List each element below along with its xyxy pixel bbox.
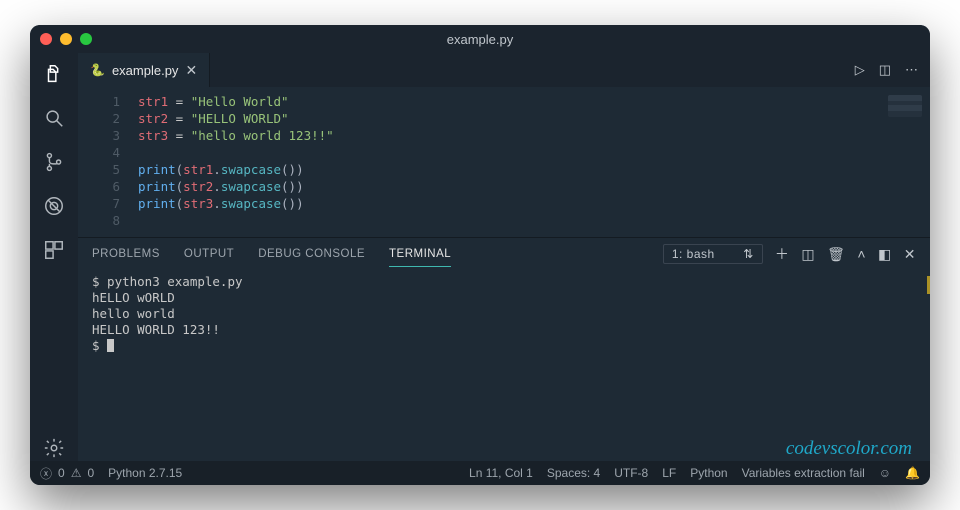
kill-terminal-icon[interactable]: 🗑 — [827, 246, 845, 263]
warning-icon: ⚠ — [71, 466, 82, 480]
source-control-icon[interactable] — [41, 149, 67, 175]
search-icon[interactable] — [41, 105, 67, 131]
split-terminal-icon[interactable]: ◫ — [801, 246, 815, 263]
feedback-smiley-icon[interactable]: ☺ — [879, 466, 891, 480]
activity-bar — [30, 53, 78, 461]
python-file-icon: 🐍 — [90, 63, 105, 77]
bottom-panel: PROBLEMS OUTPUT DEBUG CONSOLE TERMINAL 1… — [78, 237, 930, 461]
tab-bar: 🐍 example.py ✕ ▷ ◫ ⋯ — [78, 53, 930, 87]
settings-gear-icon[interactable] — [41, 435, 67, 461]
terminal-selector[interactable]: 1: bash ⇅ — [663, 244, 763, 264]
status-message[interactable]: Variables extraction fail — [742, 466, 865, 480]
line-gutter: 1 2 3 4 5 6 7 8 — [78, 87, 134, 237]
panel-tab-bar: PROBLEMS OUTPUT DEBUG CONSOLE TERMINAL 1… — [78, 238, 930, 270]
titlebar: example.py — [30, 25, 930, 53]
terminal-scrollbar[interactable] — [927, 270, 930, 461]
status-eol[interactable]: LF — [662, 466, 676, 480]
notifications-bell-icon[interactable]: 🔔 — [905, 466, 920, 480]
close-panel-icon[interactable]: ✕ — [904, 246, 916, 263]
tab-debug-console[interactable]: DEBUG CONSOLE — [258, 242, 365, 266]
status-problems[interactable]: ⓧ0 ⚠0 — [40, 465, 94, 482]
chevron-updown-icon: ⇅ — [743, 247, 754, 261]
tab-label: example.py — [112, 63, 178, 78]
minimap[interactable] — [888, 95, 922, 117]
terminal-content[interactable]: $ python3 example.py hELLO wORLD hello w… — [78, 270, 930, 461]
editor[interactable]: 1 2 3 4 5 6 7 8 str1 = "Hello World" str… — [78, 87, 930, 237]
window-title: example.py — [30, 32, 930, 47]
status-language[interactable]: Python — [690, 466, 727, 480]
tab-output[interactable]: OUTPUT — [184, 242, 234, 266]
editor-actions: ▷ ◫ ⋯ — [855, 53, 930, 87]
toggle-panel-icon[interactable]: ◧ — [878, 246, 892, 263]
run-icon[interactable]: ▷ — [855, 62, 865, 78]
debug-icon[interactable] — [41, 193, 67, 219]
status-bar: ⓧ0 ⚠0 Python 2.7.15 Ln 11, Col 1 Spaces:… — [30, 461, 930, 485]
code-content[interactable]: str1 = "Hello World" str2 = "HELLO WORLD… — [134, 87, 334, 237]
tab-example-py[interactable]: 🐍 example.py ✕ — [78, 53, 210, 87]
explorer-icon[interactable] — [41, 61, 67, 87]
status-encoding[interactable]: UTF-8 — [614, 466, 648, 480]
editor-window: example.py — [30, 25, 930, 485]
maximize-panel-icon[interactable]: ˄ — [857, 246, 866, 262]
watermark-text: codevscolor.com — [786, 441, 912, 457]
status-cursor-position[interactable]: Ln 11, Col 1 — [469, 466, 533, 480]
tab-close-icon[interactable]: ✕ — [185, 62, 197, 79]
terminal-cursor — [107, 339, 114, 352]
error-icon: ⓧ — [40, 465, 52, 482]
tab-terminal[interactable]: TERMINAL — [389, 242, 451, 267]
tab-problems[interactable]: PROBLEMS — [92, 242, 160, 266]
more-actions-icon[interactable]: ⋯ — [905, 62, 918, 78]
extensions-icon[interactable] — [41, 237, 67, 263]
status-indentation[interactable]: Spaces: 4 — [547, 466, 600, 480]
new-terminal-icon[interactable]: ＋ — [775, 244, 790, 264]
status-python-version[interactable]: Python 2.7.15 — [108, 466, 182, 480]
split-editor-icon[interactable]: ◫ — [879, 62, 891, 78]
